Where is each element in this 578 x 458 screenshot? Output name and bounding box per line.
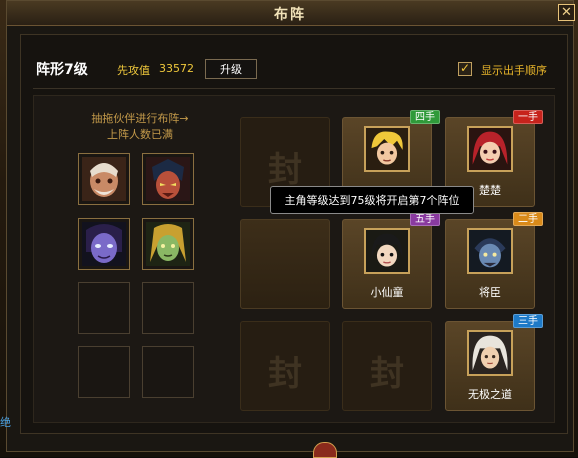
show-order-label[interactable]: 显示出手顺序	[481, 62, 547, 78]
roster-slot-empty[interactable]	[142, 346, 194, 398]
order-badge-fourth: 四手	[410, 110, 440, 124]
roster-slot-empty[interactable]	[78, 346, 130, 398]
blonde-hero-icon	[364, 126, 410, 172]
order-badge-fifth: 五手	[410, 212, 440, 226]
roster-slot-warrior[interactable]	[78, 153, 130, 205]
formation-level-title: 阵形7级	[36, 62, 88, 78]
bottom-handle-icon[interactable]	[313, 442, 337, 458]
formation-slot-general[interactable]: 将臣	[445, 219, 535, 309]
fairy-name: 小仙童	[370, 286, 404, 299]
close-icon[interactable]: ✕	[558, 4, 575, 21]
lock-icon: 封	[268, 354, 302, 394]
formation-slot-wuji[interactable]: 无极之道	[445, 321, 535, 411]
power-label: 先攻值	[117, 64, 150, 77]
formation-slot-fairy[interactable]: 小仙童	[342, 219, 432, 309]
roster-slot-demon[interactable]	[142, 153, 194, 205]
lock-icon: 封	[370, 354, 404, 394]
roster-slot-empty[interactable]	[142, 282, 194, 334]
order-badge-first: 一手	[513, 110, 543, 124]
upgrade-button[interactable]: 升级	[205, 59, 257, 79]
order-badge-third: 三手	[513, 314, 543, 328]
purple-spirit-face-icon	[82, 222, 126, 266]
roster-hint-line1: 抽拖伙伴进行布阵→	[91, 112, 189, 125]
show-order-checkbox[interactable]: ✓	[458, 62, 472, 76]
formation-slot-empty[interactable]	[240, 219, 330, 309]
roster-slot-green[interactable]	[142, 218, 194, 270]
roster-hint-line2: 上阵人数已满	[107, 128, 173, 141]
green-hair-face-icon	[146, 222, 190, 266]
formation-slot-locked[interactable]: 封	[342, 321, 432, 411]
order-badge-second: 二手	[513, 212, 543, 226]
red-hair-girl-icon	[467, 126, 513, 172]
unlock-tooltip: 主角等级达到75级将开启第7个阵位	[270, 186, 474, 214]
formation-slot-locked[interactable]: 封	[240, 321, 330, 411]
side-chat-text[interactable]: 绝	[0, 414, 11, 430]
header-divider	[33, 88, 555, 89]
fairy-child-icon	[364, 228, 410, 274]
roster-slot-empty[interactable]	[78, 282, 130, 334]
blue-general-icon	[467, 228, 513, 274]
white-hair-elder-icon	[467, 330, 513, 376]
wuji-name: 无极之道	[468, 388, 512, 401]
demon-face-icon	[146, 157, 190, 201]
general-name: 将臣	[479, 286, 501, 299]
title-bar[interactable]: 布阵 ✕	[7, 1, 575, 26]
power-value: 33572	[159, 62, 194, 75]
window-title: 布阵	[274, 7, 306, 23]
lock-icon: 封	[268, 150, 302, 190]
warrior-face-icon	[82, 157, 126, 201]
roster-slot-spirit[interactable]	[78, 218, 130, 270]
